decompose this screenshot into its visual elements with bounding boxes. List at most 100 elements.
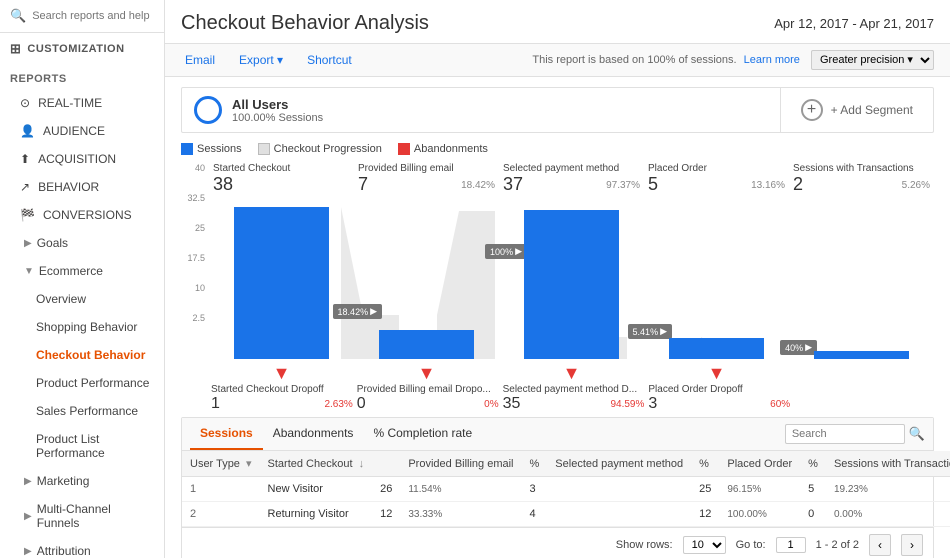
add-segment[interactable]: + + Add Segment (781, 91, 933, 129)
dropoff-empty-col-5 (792, 384, 934, 413)
col-user-type[interactable]: User Type ▾ (182, 451, 260, 477)
export-button[interactable]: Export ▾ (235, 51, 287, 69)
checkout-legend-label: Checkout Progression (274, 143, 382, 155)
cell-placed-order-2: 0 (800, 502, 826, 527)
cell-billing-email-2: 4 (522, 502, 548, 527)
sidebar-item-shopping-behavior[interactable]: Shopping Behavior (0, 313, 164, 341)
col-started-checkout[interactable]: Started Checkout ↓ (260, 451, 373, 477)
cell-payment-method-2: 12 (691, 502, 719, 527)
billing-email-pct: 18.42% (461, 180, 495, 191)
dropoff-arrow-1: ▼ (209, 363, 354, 384)
sales-perf-label: Sales Performance (36, 404, 138, 418)
precision-select[interactable]: Greater precision ▾ (811, 50, 934, 70)
sidebar-item-ecommerce[interactable]: ▼ Ecommerce (0, 257, 164, 285)
sidebar-item-overview[interactable]: Overview (0, 285, 164, 313)
multichannel-label: Multi-Channel Funnels (37, 502, 154, 530)
main-content: Checkout Behavior Analysis Apr 12, 2017 … (165, 0, 950, 558)
sort-icon-started: ↓ (359, 458, 365, 470)
marketing-expand-icon: ▶ (24, 476, 32, 487)
acquisition-label: ACQUISITION (38, 152, 116, 166)
toolbar-right: This report is based on 100% of sessions… (532, 50, 934, 70)
billing-email-value: 7 (358, 174, 368, 194)
sidebar-item-checkout-behavior[interactable]: Checkout Behavior (0, 341, 164, 369)
prev-page-button[interactable]: ‹ (869, 534, 891, 556)
report-note: This report is based on 100% of sessions… (532, 54, 736, 66)
shortcut-button[interactable]: Shortcut (303, 51, 356, 69)
checkout-label: Checkout Behavior (36, 348, 145, 362)
goto-input[interactable] (776, 537, 806, 553)
table-search: 🔍 (785, 424, 925, 444)
funnel-top-numbers: Started Checkout 38 Provided Billing ema… (209, 163, 934, 195)
next-page-button[interactable]: › (901, 534, 923, 556)
acquisition-icon: ⬆ (20, 152, 30, 166)
col-billing-email: Provided Billing email (400, 451, 521, 477)
conversions-icon: 🏁 (20, 208, 35, 222)
y-label-17: 17.5 (187, 253, 205, 263)
email-button[interactable]: Email (181, 51, 219, 69)
col-billing-email-pct (372, 451, 400, 477)
funnel-col-4: 40% ▶ (644, 338, 789, 359)
customization-label: CUSTOMIZATION (27, 43, 124, 55)
chart-legend: Sessions Checkout Progression Abandonmen… (181, 143, 934, 155)
expand-icon-ecommerce: ▼ (24, 266, 34, 277)
search-input[interactable] (32, 10, 154, 22)
abandonment-legend-label: Abandonments (414, 143, 488, 155)
cell-billing-pct-1: 11.54% (400, 477, 521, 502)
connector-badge-1: 18.42% ▶ (333, 304, 382, 319)
toolbar: Email Export ▾ Shortcut This report is b… (165, 44, 950, 77)
sidebar-item-behavior[interactable]: ↗ BEHAVIOR (0, 173, 164, 201)
started-checkout-value: 38 (213, 174, 350, 195)
dropoff-label-2: Provided Billing email Dropo... (357, 384, 499, 395)
down-arrow-3: ▼ (563, 363, 581, 384)
sidebar-item-product-performance[interactable]: Product Performance (0, 369, 164, 397)
dropoff-label-1: Started Checkout Dropoff (211, 384, 353, 395)
expand-icon: ▶ (24, 238, 32, 249)
sidebar-item-realtime[interactable]: ⊙ REAL-TIME (0, 89, 164, 117)
placed-order-value: 5 (648, 174, 658, 194)
checkout-color (258, 143, 270, 155)
customization-section[interactable]: ⊞ CUSTOMIZATION (0, 33, 164, 65)
tab-sessions[interactable]: Sessions (190, 418, 263, 450)
attribution-label: Attribution (37, 544, 91, 558)
search-bar[interactable]: 🔍 (0, 0, 164, 33)
show-rows-select[interactable]: 10 (683, 536, 726, 554)
tab-completion-rate[interactable]: % Completion rate (363, 418, 482, 450)
audience-icon: 👤 (20, 124, 35, 138)
learn-more-link[interactable]: Learn more (744, 54, 800, 66)
sidebar-item-audience[interactable]: 👤 AUDIENCE (0, 117, 164, 145)
table-header-row: User Type ▾ Started Checkout ↓ Provided … (182, 451, 950, 477)
sidebar-item-acquisition[interactable]: ⬆ ACQUISITION (0, 145, 164, 173)
cell-placed-order-1: 5 (800, 477, 826, 502)
table-row: 1 New Visitor 26 11.54% 3 25 96.15% 5 19… (182, 477, 950, 502)
sidebar-item-multichannel[interactable]: ▶ Multi-Channel Funnels (0, 495, 164, 537)
all-users-segment[interactable]: All Users 100.00% Sessions (182, 88, 781, 132)
cell-payment-pct-1 (547, 477, 691, 502)
tab-abandonments[interactable]: Abandonments (263, 418, 364, 450)
sidebar-item-sales-performance[interactable]: Sales Performance (0, 397, 164, 425)
cell-placed-order-pct-1: 19.23% (826, 477, 950, 502)
new-visitor-label: New Visitor (268, 483, 323, 495)
col-started-checkout-header: Started Checkout 38 (209, 163, 354, 195)
funnel-chart: 40 32.5 25 17.5 10 2.5 Started Checkout … (181, 163, 934, 413)
table-search-input[interactable] (785, 424, 905, 444)
table-search-icon[interactable]: 🔍 (909, 426, 925, 442)
show-rows-label: Show rows: (616, 539, 673, 551)
table-footer: Show rows: 10 Go to: 1 - 2 of 2 ‹ › (182, 527, 933, 558)
down-arrow-4: ▼ (708, 363, 726, 384)
reports-label: Reports (0, 65, 164, 89)
dropoff-col-1: Started Checkout Dropoff 1 2.63% (209, 384, 355, 413)
returning-visitor-label: Returning Visitor (268, 508, 349, 520)
sidebar-item-attribution[interactable]: ▶ Attribution (0, 537, 164, 558)
legend-checkout: Checkout Progression (258, 143, 382, 155)
conversions-label: CONVERSIONS (43, 208, 132, 222)
payment-pct: 97.37% (606, 180, 640, 191)
sidebar-item-marketing[interactable]: ▶ Marketing (0, 467, 164, 495)
sidebar-item-conversions[interactable]: 🏁 CONVERSIONS (0, 201, 164, 229)
sidebar-item-product-list[interactable]: Product List Performance (0, 425, 164, 467)
funnel-col-3: 5.41% ▶ (499, 210, 644, 359)
cell-user-type-2: Returning Visitor (260, 502, 373, 527)
sidebar-item-goals[interactable]: ▶ Goals (0, 229, 164, 257)
dropoff-label-4: Placed Order Dropoff (648, 384, 790, 395)
sort-icon-user-type: ▾ (246, 458, 252, 470)
cell-num-2: 2 (182, 502, 260, 527)
